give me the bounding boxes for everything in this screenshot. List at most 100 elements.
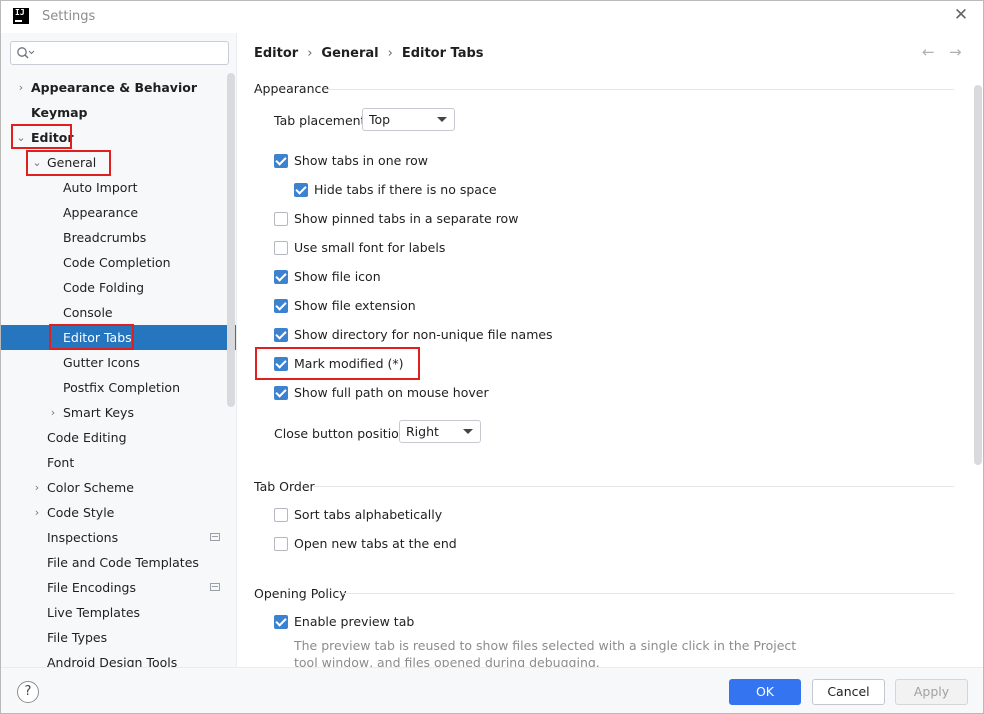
sidebar-item-code-style[interactable]: › Code Style	[1, 500, 236, 525]
sidebar-item-appearance-behavior[interactable]: › Appearance & Behavior	[1, 75, 236, 100]
section-title-appearance: Appearance	[254, 81, 330, 96]
tab-placement-value: Top	[369, 112, 391, 127]
sidebar-item-label: Editor Tabs	[63, 330, 132, 345]
tab-placement-label: Tab placement:	[274, 113, 370, 128]
checkbox-label: Sort tabs alphabetically	[294, 507, 443, 522]
checkbox-checked-icon[interactable]	[274, 386, 288, 400]
dropdown-arrow-icon	[463, 429, 473, 434]
section-divider	[324, 89, 954, 90]
checkbox-label: Show tabs in one row	[294, 153, 429, 168]
sidebar-item-label: Code Completion	[63, 255, 171, 270]
sidebar-item-keymap[interactable]: Keymap	[1, 100, 236, 125]
checkbox-label: Show file icon	[294, 269, 381, 284]
sidebar-scrollbar[interactable]	[227, 73, 235, 407]
sidebar-item-code-editing[interactable]: Code Editing	[1, 425, 236, 450]
chevron-down-icon: ⌄	[16, 131, 26, 144]
cancel-button[interactable]: Cancel	[812, 679, 885, 705]
checkbox-label: Show directory for non-unique file names	[294, 327, 553, 342]
close-button-position-select[interactable]: Right	[399, 420, 481, 443]
sidebar-item-code-folding[interactable]: Code Folding	[1, 275, 236, 300]
help-button[interactable]: ?	[17, 681, 39, 703]
checkbox-label: Show file extension	[294, 298, 416, 313]
checkbox-label: Open new tabs at the end	[294, 536, 457, 551]
chevron-right-icon: ›	[34, 481, 40, 494]
sidebar-item-label: Appearance	[63, 205, 139, 220]
checkbox-checked-icon[interactable]	[274, 299, 288, 313]
settings-sidebar: › Appearance & Behavior Keymap ⌄ Editor …	[1, 33, 237, 667]
checkbox-label: Enable preview tab	[294, 614, 415, 629]
sidebar-item-label: Editor	[31, 130, 74, 145]
sidebar-item-file-code-templates[interactable]: File and Code Templates	[1, 550, 236, 575]
section-divider	[314, 486, 954, 487]
ok-button[interactable]: OK	[729, 679, 801, 705]
section-title-opening-policy: Opening Policy	[254, 586, 347, 601]
sidebar-item-breadcrumbs[interactable]: Breadcrumbs	[1, 225, 236, 250]
sidebar-item-label: Code Editing	[47, 430, 127, 445]
sidebar-item-file-types[interactable]: File Types	[1, 625, 236, 650]
checkbox-checked-icon[interactable]	[294, 183, 308, 197]
sidebar-item-label: Color Scheme	[47, 480, 134, 495]
search-icon	[17, 47, 35, 59]
breadcrumb-separator-icon: ›	[307, 46, 313, 61]
breadcrumb-item: Editor Tabs	[401, 46, 484, 61]
sidebar-item-label: Keymap	[31, 105, 88, 120]
sidebar-item-code-completion[interactable]: Code Completion	[1, 250, 236, 275]
intellij-app-icon: IJ	[13, 8, 29, 24]
tab-placement-select[interactable]: Top	[362, 108, 455, 131]
sidebar-item-color-scheme[interactable]: › Color Scheme	[1, 475, 236, 500]
sidebar-item-postfix-completion[interactable]: Postfix Completion	[1, 375, 236, 400]
close-icon[interactable]: ✕	[951, 5, 971, 25]
project-settings-icon	[210, 533, 220, 541]
sidebar-item-file-encodings[interactable]: File Encodings	[1, 575, 236, 600]
sidebar-item-auto-import[interactable]: Auto Import	[1, 175, 236, 200]
breadcrumb-item[interactable]: Editor	[254, 46, 298, 61]
sidebar-item-console[interactable]: Console	[1, 300, 236, 325]
search-input[interactable]	[10, 41, 229, 65]
sidebar-item-live-templates[interactable]: Live Templates	[1, 600, 236, 625]
breadcrumb-item[interactable]: General	[321, 46, 378, 61]
sidebar-item-editor-tabs[interactable]: Editor Tabs	[1, 325, 236, 350]
chevron-right-icon: ›	[50, 406, 56, 419]
checkbox-unchecked-icon[interactable]	[274, 537, 288, 551]
sidebar-item-label: Font	[47, 455, 75, 470]
sidebar-item-label: Code Folding	[63, 280, 145, 295]
sidebar-item-label: General	[47, 155, 97, 170]
sidebar-item-label: File and Code Templates	[47, 555, 199, 570]
sidebar-item-gutter-icons[interactable]: Gutter Icons	[1, 350, 236, 375]
checkbox-checked-icon[interactable]	[274, 154, 288, 168]
checkbox-label: Hide tabs if there is no space	[314, 182, 497, 197]
sidebar-item-smart-keys[interactable]: › Smart Keys	[1, 400, 236, 425]
window-title: Settings	[42, 9, 96, 24]
checkbox-label: Show full path on mouse hover	[294, 385, 489, 400]
checkbox-checked-icon[interactable]	[274, 357, 288, 371]
sidebar-item-label: Android Design Tools	[47, 655, 178, 667]
sidebar-item-label: Code Style	[47, 505, 115, 520]
sidebar-item-font[interactable]: Font	[1, 450, 236, 475]
sidebar-item-label: Smart Keys	[63, 405, 134, 420]
sidebar-item-android-design-tools[interactable]: Android Design Tools	[1, 650, 236, 667]
section-title-tab-order: Tab Order	[254, 479, 315, 494]
checkbox-unchecked-icon[interactable]	[274, 508, 288, 522]
checkbox-unchecked-icon[interactable]	[274, 241, 288, 255]
checkbox-checked-icon[interactable]	[274, 328, 288, 342]
checkbox-unchecked-icon[interactable]	[274, 212, 288, 226]
sidebar-item-label: Postfix Completion	[63, 380, 180, 395]
checkbox-checked-icon[interactable]	[274, 615, 288, 629]
sidebar-item-label: Live Templates	[47, 605, 141, 620]
sidebar-item-inspections[interactable]: Inspections	[1, 525, 236, 550]
sidebar-item-editor[interactable]: ⌄ Editor	[1, 125, 236, 150]
checkbox-checked-icon[interactable]	[274, 270, 288, 284]
chevron-right-icon: ›	[18, 81, 24, 94]
chevron-right-icon: ›	[34, 506, 40, 519]
apply-button[interactable]: Apply	[895, 679, 968, 705]
back-arrow-icon[interactable]: ←	[922, 43, 935, 61]
content-scrollbar[interactable]	[974, 85, 982, 465]
forward-arrow-icon[interactable]: →	[949, 43, 962, 61]
preview-tab-description: The preview tab is reused to show files …	[294, 638, 797, 667]
close-button-position-value: Right	[406, 424, 439, 439]
sidebar-item-appearance[interactable]: Appearance	[1, 200, 236, 225]
breadcrumb-separator-icon: ›	[387, 46, 393, 61]
title-bar: IJ Settings ✕	[1, 1, 983, 33]
sidebar-item-label: Auto Import	[63, 180, 138, 195]
sidebar-item-general[interactable]: ⌄ General	[1, 150, 236, 175]
